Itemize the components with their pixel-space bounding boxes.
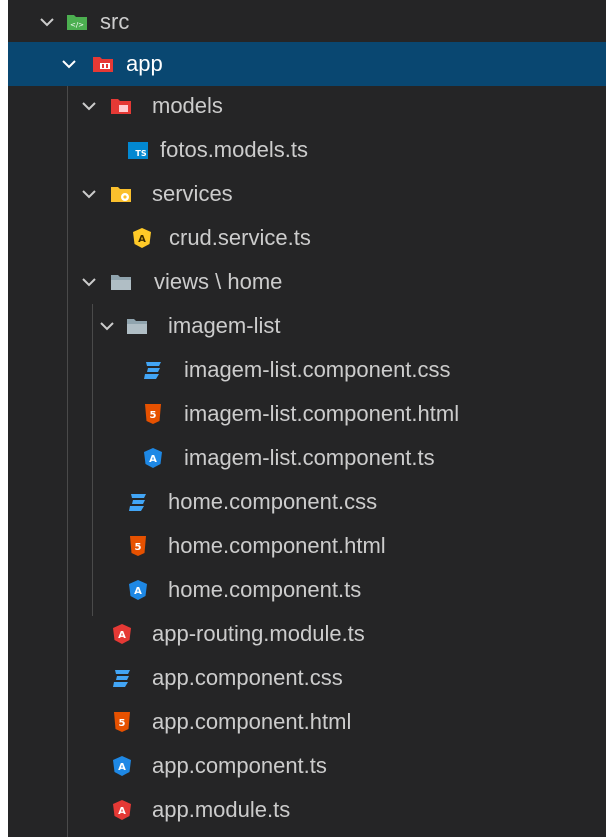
tree-item-app[interactable]: app <box>8 42 606 86</box>
chevron-down-icon <box>82 190 96 199</box>
tree-item-imagem-list-component-ts[interactable]: A imagem-list.component.ts <box>8 436 606 480</box>
svg-text:5: 5 <box>135 542 142 553</box>
tree-item-home-component-ts[interactable]: A home.component.ts <box>8 568 606 612</box>
svg-text:</>: </> <box>70 21 84 29</box>
css-file-icon <box>144 362 161 379</box>
tree-item-imagem-list-component-css[interactable]: imagem-list.component.css <box>8 348 606 392</box>
tree-item-label: app.component.css <box>152 665 343 690</box>
svg-text:A: A <box>149 454 157 465</box>
services-folder-icon <box>111 187 131 202</box>
html-file-icon: 5 <box>130 536 146 556</box>
tree-item-label: imagem-list.component.css <box>184 357 451 382</box>
angular-component-icon: A <box>113 756 131 776</box>
tree-item-label: app-routing.module.ts <box>152 621 365 646</box>
tree-item-label: fotos.models.ts <box>160 137 308 162</box>
angular-service-icon: A <box>133 228 151 248</box>
chevron-down-icon <box>40 18 54 27</box>
tree-item-label: src <box>100 9 130 34</box>
tree-item-home-component-css[interactable]: home.component.css <box>8 480 606 524</box>
chevron-down-icon <box>82 102 96 111</box>
tree-item-label: models <box>152 93 223 118</box>
css-file-icon <box>113 670 130 687</box>
svg-text:5: 5 <box>150 410 157 421</box>
chevron-down-icon <box>100 322 114 331</box>
tree-item-app-component-ts[interactable]: A app.component.ts <box>8 744 606 788</box>
tree-item-label: imagem-list.component.html <box>184 401 460 426</box>
html-file-icon: 5 <box>145 404 161 424</box>
svg-text:5: 5 <box>119 718 126 729</box>
app-folder-icon <box>93 57 113 72</box>
svg-text:TS: TS <box>135 149 146 158</box>
models-folder-icon <box>111 99 131 114</box>
imagem-list-folder-icon <box>127 319 147 334</box>
tree-item-src[interactable]: </> src <box>8 0 606 44</box>
chevron-down-icon <box>62 60 76 69</box>
tree-item-label: views \ home <box>154 269 283 294</box>
tree-item-label: crud.service.ts <box>169 225 311 250</box>
angular-component-icon: A <box>129 580 147 600</box>
typescript-file-icon: TS <box>128 142 148 159</box>
tree-item-services[interactable]: services <box>8 172 606 216</box>
tree-item-imagem-list[interactable]: imagem-list <box>8 304 606 348</box>
file-explorer-tree: </> src app models TS fotos.models.ts se… <box>8 0 606 837</box>
tree-item-label: imagem-list.component.ts <box>184 445 435 470</box>
tree-item-home-component-html[interactable]: 5 home.component.html <box>8 524 606 568</box>
tree-item-fotos-models-ts[interactable]: TS fotos.models.ts <box>8 128 606 172</box>
angular-component-icon: A <box>144 448 162 468</box>
tree-item-label: home.component.html <box>168 533 386 558</box>
tree-item-label: home.component.ts <box>168 577 362 602</box>
tree-item-app-component-html[interactable]: 5 app.component.html <box>8 700 606 744</box>
tree-item-models[interactable]: models <box>8 84 606 128</box>
tree-item-label: home.component.css <box>168 489 378 514</box>
tree-item-app-module-ts[interactable]: A app.module.ts <box>8 788 606 832</box>
tree-item-label: services <box>152 181 233 206</box>
chevron-down-icon <box>82 278 96 287</box>
svg-text:A: A <box>134 586 142 597</box>
svg-text:A: A <box>118 762 126 773</box>
views-folder-icon <box>111 275 131 290</box>
svg-text:A: A <box>118 806 126 817</box>
tree-item-imagem-list-component-html[interactable]: 5 imagem-list.component.html <box>8 392 606 436</box>
tree-item-label: app.component.html <box>152 709 352 734</box>
tree-item-app-component-css[interactable]: app.component.css <box>8 656 606 700</box>
html-file-icon: 5 <box>114 712 130 732</box>
tree-item-label: app <box>126 51 163 76</box>
src-folder-icon: </> <box>67 15 87 30</box>
tree-item-label: app.component.ts <box>152 753 327 778</box>
angular-module-icon: A <box>113 624 131 644</box>
tree-item-views-home[interactable]: views \ home <box>8 260 606 304</box>
svg-text:A: A <box>138 234 146 245</box>
tree-item-app-routing-module-ts[interactable]: A app-routing.module.ts <box>8 612 606 656</box>
angular-module-icon: A <box>113 800 131 820</box>
tree-item-label: imagem-list <box>168 313 281 338</box>
css-file-icon <box>129 494 146 511</box>
tree-item-crud-service-ts[interactable]: A crud.service.ts <box>8 216 606 260</box>
tree-item-label: app.module.ts <box>152 797 291 822</box>
svg-text:A: A <box>118 630 126 641</box>
